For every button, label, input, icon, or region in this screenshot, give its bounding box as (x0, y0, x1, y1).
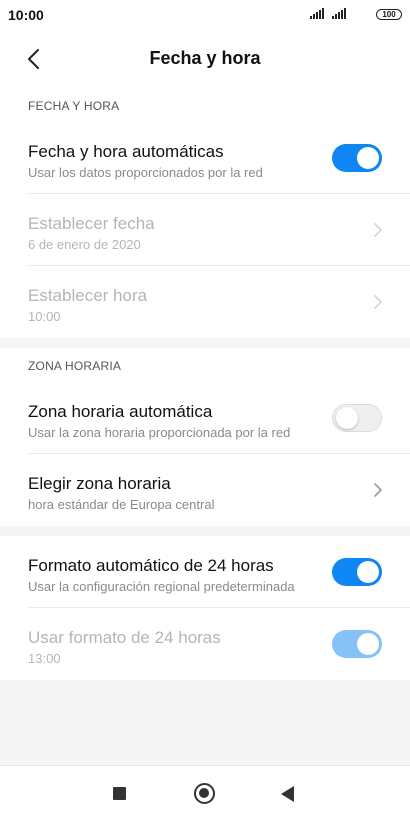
row-auto-timezone[interactable]: Zona horaria automática Usar la zona hor… (0, 382, 410, 454)
row-subtitle: Usar la configuración regional predeterm… (28, 579, 295, 594)
use-24h-toggle (332, 630, 382, 658)
row-title: Establecer fecha (28, 214, 155, 233)
auto-timezone-toggle[interactable] (332, 404, 382, 432)
section-header-datetime: FECHA Y HORA (0, 88, 410, 122)
chevron-right-icon (374, 223, 382, 237)
system-nav-bar (0, 765, 410, 820)
row-choose-timezone[interactable]: Elegir zona horaria hora estándar de Eur… (0, 454, 410, 526)
row-subtitle: Usar la zona horaria proporcionada por l… (28, 425, 291, 440)
row-title: Usar formato de 24 horas (28, 628, 221, 647)
row-auto-24h-format[interactable]: Formato automático de 24 horas Usar la c… (0, 536, 410, 608)
row-title: Fecha y hora automáticas (28, 142, 224, 161)
signal-icon-2 (332, 8, 348, 19)
section-header-timezone: ZONA HORARIA (0, 348, 410, 382)
row-subtitle: hora estándar de Europa central (28, 497, 215, 512)
row-use-24h-format: Usar formato de 24 horas 13:00 (0, 608, 410, 680)
chevron-right-icon (374, 483, 382, 497)
row-subtitle: Usar los datos proporcionados por la red (28, 165, 263, 180)
row-set-time: Establecer hora 10:00 (0, 266, 410, 338)
page-title: Fecha y hora (149, 48, 261, 68)
row-title: Formato automático de 24 horas (28, 556, 274, 575)
row-auto-datetime[interactable]: Fecha y hora automáticas Usar los datos … (0, 122, 410, 194)
home-circle-icon[interactable] (194, 783, 215, 804)
battery-icon: 100 (376, 9, 402, 20)
row-title: Zona horaria automática (28, 402, 213, 421)
row-subtitle: 6 de enero de 2020 (28, 237, 141, 252)
row-title: Establecer hora (28, 286, 148, 305)
section-gap (0, 338, 410, 348)
status-time: 10:00 (8, 7, 44, 23)
app-header: Fecha y hora (0, 30, 410, 88)
status-bar: 10:00 100 (0, 0, 410, 30)
row-set-date: Establecer fecha 6 de enero de 2020 (0, 194, 410, 266)
recents-square-icon[interactable] (113, 787, 126, 800)
signal-icon (310, 8, 326, 19)
auto-24h-toggle[interactable] (332, 558, 382, 586)
auto-datetime-toggle[interactable] (332, 144, 382, 172)
row-subtitle: 10:00 (28, 309, 61, 324)
row-subtitle: 13:00 (28, 651, 61, 666)
row-title: Elegir zona horaria (28, 474, 171, 493)
section-gap (0, 526, 410, 536)
chevron-right-icon (374, 295, 382, 309)
back-triangle-icon[interactable] (281, 786, 294, 802)
